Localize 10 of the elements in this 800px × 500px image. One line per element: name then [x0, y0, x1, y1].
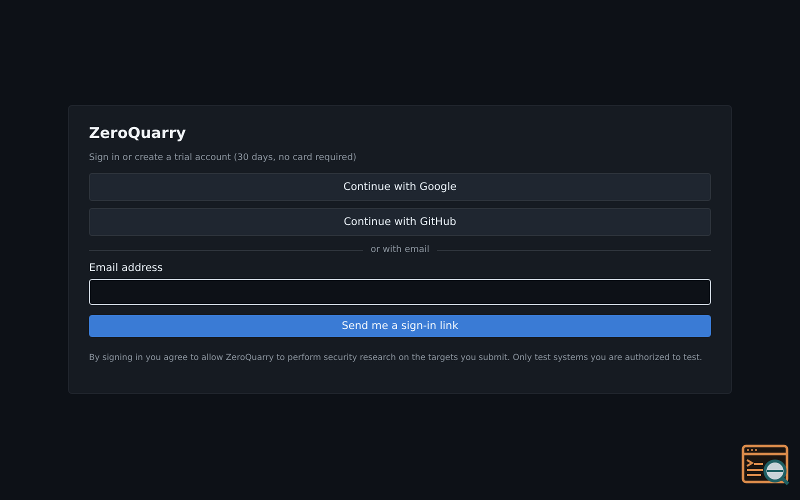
app-title: ZeroQuarry — [89, 124, 187, 142]
email-label: Email address — [89, 262, 164, 274]
send-link-button[interactable]: Send me a sign-in link — [89, 315, 711, 337]
provider-button[interactable]: Continue with GitHub — [89, 208, 711, 236]
browser-magnifier-icon[interactable] — [741, 444, 791, 486]
disclaimer: By signing in you agree to allow ZeroQuarry to perform security research on the targets you submit. Only test systems you are authorized to test. — [89, 352, 704, 362]
email-field[interactable] — [89, 279, 711, 305]
provider-button[interactable]: Continue with Google — [89, 173, 711, 201]
subtitle: Sign in or create a trial account (30 days, no card required) — [89, 153, 358, 163]
divider-label: or with email — [370, 245, 430, 255]
